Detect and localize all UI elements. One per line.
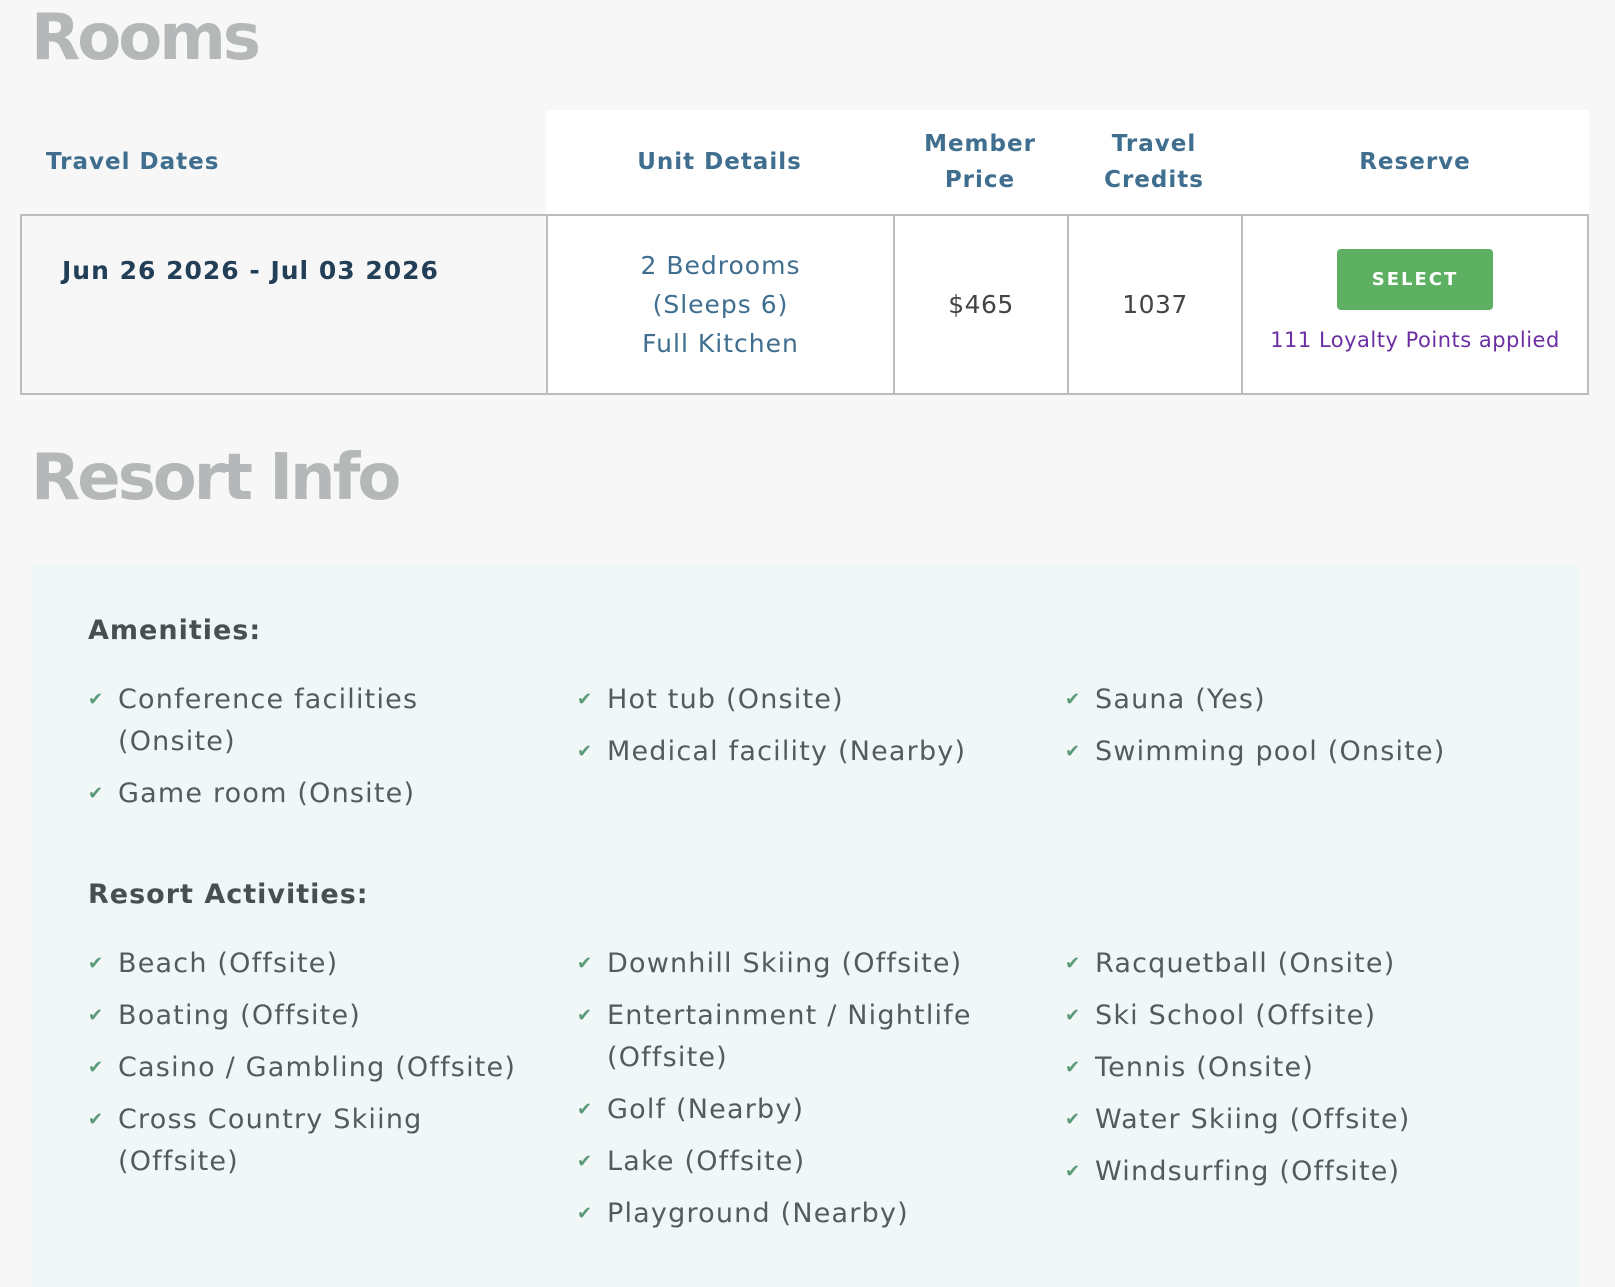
list-item: ✔ Racquetball (Onsite) <box>1065 943 1505 985</box>
list-item: ✔ Ski School (Offsite) <box>1065 995 1505 1037</box>
check-icon: ✔ <box>577 741 594 762</box>
list-item: ✔ Water Skiing (Offsite) <box>1065 1099 1505 1141</box>
list-item: ✔ Tennis (Onsite) <box>1065 1047 1505 1089</box>
list-item-label: Beach (Offsite) <box>118 948 339 979</box>
list-item: ✔ Cross Country Skiing (Offsite) <box>88 1099 528 1183</box>
list-item: ✔ Conference facilities (Onsite) <box>88 679 528 763</box>
check-icon: ✔ <box>88 1109 105 1130</box>
check-icon: ✔ <box>577 1151 594 1172</box>
check-icon: ✔ <box>1065 689 1082 710</box>
list-item: ✔ Downhill Skiing (Offsite) <box>577 943 1017 985</box>
list-item-label: Entertainment / Nightlife (Offsite) <box>607 1000 972 1073</box>
check-icon: ✔ <box>1065 741 1082 762</box>
resort-info-panel: Amenities: ✔ Conference facilities (Onsit… <box>31 565 1580 1287</box>
check-icon: ✔ <box>1065 1057 1082 1078</box>
list-item-label: Conference facilities (Onsite) <box>118 684 419 757</box>
list-item: ✔ Swimming pool (Onsite) <box>1065 731 1505 773</box>
activities-column: ✔ Beach (Offsite) ✔ Boating (Offsite) ✔ Casin… <box>88 943 528 1193</box>
resort-activities-heading: Resort Activities: <box>88 879 369 910</box>
list-item: ✔ Boating (Offsite) <box>88 995 528 1037</box>
check-icon: ✔ <box>88 953 105 974</box>
list-item-label: Cross Country Skiing (Offsite) <box>118 1104 423 1177</box>
list-item-label: Tennis (Onsite) <box>1095 1052 1315 1083</box>
list-item-label: Golf (Nearby) <box>607 1094 805 1125</box>
activities-column: ✔ Racquetball (Onsite) ✔ Ski School (Offsit… <box>1065 943 1505 1203</box>
list-item-label: Racquetball (Onsite) <box>1095 948 1396 979</box>
list-item-label: Lake (Offsite) <box>607 1146 806 1177</box>
loyalty-points-note: 111 Loyalty Points applied <box>1270 328 1560 352</box>
list-item: ✔ Beach (Offsite) <box>88 943 528 985</box>
check-icon: ✔ <box>577 953 594 974</box>
check-icon: ✔ <box>577 1005 594 1026</box>
unit-bedrooms: 2 Bedrooms <box>640 251 801 280</box>
list-item-label: Playground (Nearby) <box>607 1198 909 1229</box>
header-reserve: Reserve <box>1359 149 1471 175</box>
amenities-column: ✔ Sauna (Yes) ✔ Swimming pool (Onsite) <box>1065 679 1505 783</box>
list-item: ✔ Windsurfing (Offsite) <box>1065 1151 1505 1193</box>
list-item: ✔ Hot tub (Onsite) <box>577 679 1017 721</box>
list-item-label: Hot tub (Onsite) <box>607 684 844 715</box>
list-item-label: Windsurfing (Offsite) <box>1095 1156 1401 1187</box>
list-item: ✔ Medical facility (Nearby) <box>577 731 1017 773</box>
rooms-table: Travel Dates Unit Details Member Price T… <box>20 110 1589 395</box>
unit-sleeps: (Sleeps 6) <box>652 290 789 319</box>
list-item-label: Downhill Skiing (Offsite) <box>607 948 963 979</box>
unit-details-cell: 2 Bedrooms (Sleeps 6) Full Kitchen <box>546 216 893 393</box>
reserve-cell: SELECT 111 Loyalty Points applied <box>1241 216 1587 393</box>
check-icon: ✔ <box>1065 1161 1082 1182</box>
list-item: ✔ Lake (Offsite) <box>577 1141 1017 1183</box>
check-icon: ✔ <box>577 1203 594 1224</box>
check-icon: ✔ <box>88 1005 105 1026</box>
list-item-label: Medical facility (Nearby) <box>607 736 967 767</box>
header-travel-dates: Travel Dates <box>46 149 220 175</box>
list-item: ✔ Sauna (Yes) <box>1065 679 1505 721</box>
amenities-column: ✔ Hot tub (Onsite) ✔ Medical facility (Near… <box>577 679 1017 783</box>
member-price-value: $465 <box>948 290 1014 319</box>
list-item: ✔ Casino / Gambling (Offsite) <box>88 1047 528 1089</box>
check-icon: ✔ <box>88 689 105 710</box>
list-item-label: Water Skiing (Offsite) <box>1095 1104 1411 1135</box>
header-unit-details: Unit Details <box>637 149 802 175</box>
rooms-heading: Rooms <box>31 1 261 75</box>
list-item: ✔ Game room (Onsite) <box>88 773 528 815</box>
list-item: ✔ Entertainment / Nightlife (Offsite) <box>577 995 1017 1079</box>
table-row: Jun 26 2026 - Jul 03 2026 2 Bedrooms (Sl… <box>20 214 1589 395</box>
list-item-label: Ski School (Offsite) <box>1095 1000 1377 1031</box>
list-item-label: Boating (Offsite) <box>118 1000 362 1031</box>
list-item: ✔ Playground (Nearby) <box>577 1193 1017 1235</box>
list-item: ✔ Golf (Nearby) <box>577 1089 1017 1131</box>
check-icon: ✔ <box>1065 1005 1082 1026</box>
travel-dates-value: Jun 26 2026 - Jul 03 2026 <box>62 256 439 285</box>
list-item-label: Casino / Gambling (Offsite) <box>118 1052 517 1083</box>
member-price-cell: $465 <box>893 216 1067 393</box>
list-item-label: Sauna (Yes) <box>1095 684 1266 715</box>
amenities-heading: Amenities: <box>88 615 262 646</box>
check-icon: ✔ <box>88 1057 105 1078</box>
list-item-label: Game room (Onsite) <box>118 778 416 809</box>
check-icon: ✔ <box>88 783 105 804</box>
check-icon: ✔ <box>577 689 594 710</box>
travel-credits-value: 1037 <box>1122 290 1188 319</box>
header-member-price: Member Price <box>924 131 1036 193</box>
amenities-column: ✔ Conference facilities (Onsite) ✔ Game roo… <box>88 679 528 825</box>
header-travel-credits: Travel Credits <box>1104 131 1204 193</box>
list-item-label: Swimming pool (Onsite) <box>1095 736 1446 767</box>
check-icon: ✔ <box>1065 953 1082 974</box>
unit-kitchen: Full Kitchen <box>642 329 799 358</box>
check-icon: ✔ <box>1065 1109 1082 1130</box>
select-button[interactable]: SELECT <box>1337 249 1493 310</box>
check-icon: ✔ <box>577 1099 594 1120</box>
activities-column: ✔ Downhill Skiing (Offsite) ✔ Entertainment… <box>577 943 1017 1245</box>
travel-credits-cell: 1037 <box>1067 216 1241 393</box>
resort-info-heading: Resort Info <box>31 441 401 515</box>
